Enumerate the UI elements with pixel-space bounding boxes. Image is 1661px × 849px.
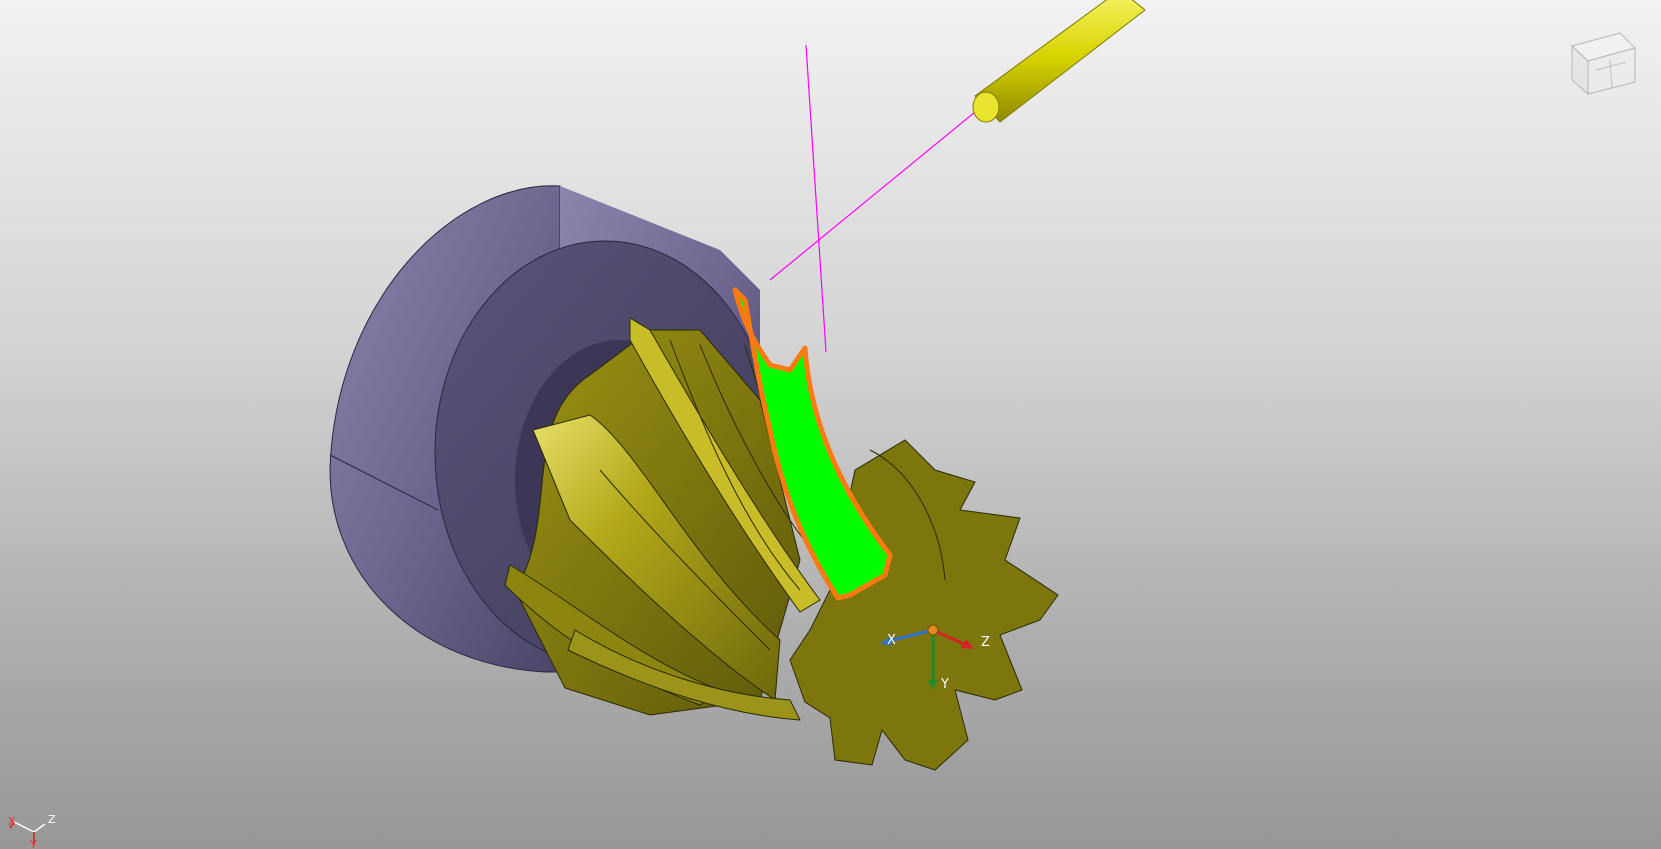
- 3d-viewport[interactable]: X Z Y X Z Y: [0, 0, 1661, 849]
- corner-x-label: X: [8, 815, 16, 828]
- cutting-tool[interactable]: [972, 0, 1146, 123]
- view-cube-icon[interactable]: [1571, 32, 1636, 96]
- corner-y-label: Y: [29, 838, 37, 849]
- corner-orientation-triad: X Z Y: [8, 813, 56, 849]
- triad-x-label: X: [887, 633, 896, 648]
- toolpath: [769, 44, 976, 353]
- corner-z-label: Z: [48, 813, 56, 826]
- triad-z-label: Z: [981, 635, 990, 650]
- triad-y-label: Y: [940, 677, 949, 692]
